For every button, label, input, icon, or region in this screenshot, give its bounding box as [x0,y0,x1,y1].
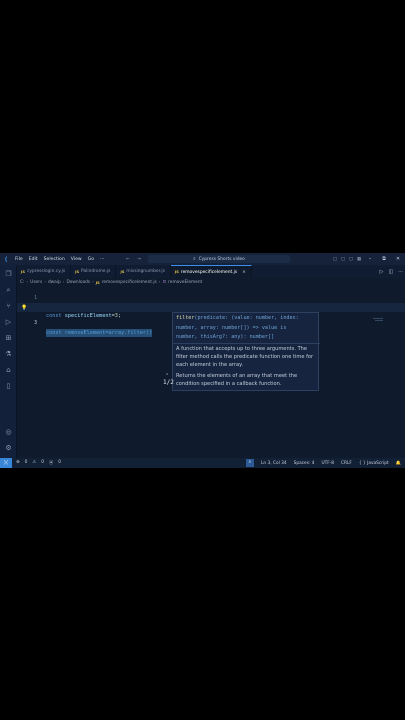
chevron-right-icon: › [26,280,29,285]
js-file-icon: JS [75,269,80,274]
run-debug-icon[interactable]: ▷ [4,318,13,327]
layout-custom-icon[interactable]: ▦ [355,257,363,262]
account-icon[interactable]: ◎ [4,428,13,437]
editor-actions: ▷ ◫ ··· [380,265,403,278]
overload-counter[interactable]: 1/2 [163,379,174,386]
breadcrumb: C: › Users › dwaip › Downloads › JS remo… [20,279,202,286]
vscode-logo-icon: ⟨ [4,255,8,263]
warning-icon: ⚠ [32,460,37,465]
extensions-icon[interactable]: ⊞ [4,334,13,343]
code-content-selected: const removeElement=array.filter() [46,328,153,337]
parameter-doc: A function that accepts up to three argu… [176,346,314,369]
window-controls: ▢ ▢ ▢ ▦ – ⧉ ✕ [331,253,405,265]
breadcrumb-item[interactable]: dwaip [48,280,61,285]
tab-cypresslogin[interactable]: JS cypresslogin.cy.js [17,265,72,278]
breadcrumb-item[interactable]: Downloads [66,280,90,285]
notifications-bell-icon[interactable]: 🔔 [396,461,401,466]
menu-selection[interactable]: Selection [44,257,65,262]
testing-icon[interactable]: ⚗ [4,350,13,359]
nav-arrows-icon[interactable]: ← → [126,257,144,262]
source-control-icon[interactable]: ⑂ [4,302,13,311]
tooltip-divider [173,343,320,344]
chevron-right-icon: › [62,280,65,285]
search-icon: ⌕ [193,257,196,262]
tab-label: missingnumber.js [126,269,165,274]
chevron-right-icon: › [158,280,161,285]
tab-missingnumber[interactable]: JS missingnumber.js [116,265,171,278]
function-signature: filter(predicate: (value: number, index:… [176,315,299,340]
tab-label: removespecificelement.js [180,269,238,275]
command-center-label: Cypress Shorts video [198,256,245,262]
run-icon[interactable]: ▷ [380,269,384,275]
line-ending[interactable]: CRLF [341,461,352,466]
layout-secondary-icon[interactable]: ▢ [347,257,355,262]
status-right: ⌕ Ln 3, Col 34 Spaces: 4 UTF-8 CRLF { } … [245,458,401,468]
more-actions-icon[interactable]: ··· [398,269,403,275]
js-file-icon: JS [21,269,25,274]
editor-tabs: JS cypresslogin.cy.js JS Palindrome.js J… [17,265,405,278]
symbol-variable-icon: ⊡ [162,280,167,285]
ports-count: 0 [58,460,61,465]
js-file-icon: JS [120,269,125,274]
breadcrumb-item[interactable]: removeElement [168,280,202,285]
search-icon[interactable]: ⌕ [4,286,13,295]
line-number: 3 [34,321,37,326]
code-line-current[interactable]: 💡 3 const removeElement=array.filter() [17,303,405,337]
status-bar: ⟩⟨ ⊗ 0 ⚠ 0 ⦿ 0 ⌕ Ln 3, Col 34 Spaces: 4 UTF… [0,458,405,468]
js-file-icon: JS [174,270,179,274]
activity-bar: ❐ ⌕ ⑂ ▷ ⊞ ⚗ ⌂ ▯ ◎ ⚙ [0,265,17,458]
encoding[interactable]: UTF-8 [322,461,335,466]
cursor-position[interactable]: Ln 3, Col 34 [261,461,287,466]
tab-removespecificelement[interactable]: JS removespecificelement.js × [170,265,252,278]
hover-tooltip: filter(predicate: (value: number, index:… [172,312,320,391]
minimap[interactable] [373,318,383,319]
breadcrumb-item[interactable]: removespecificelement.js [102,280,157,285]
close-tab-icon[interactable]: × [242,270,246,275]
close-icon[interactable]: ✕ [391,256,405,262]
tab-label: cypresslogin.cy.js [26,269,66,274]
zoom-icon[interactable]: ⌕ [245,459,254,467]
layout-panel-icon[interactable]: ▢ [339,257,347,262]
layout-sidebar-icon[interactable]: ▢ [331,257,339,262]
language-mode[interactable]: { } JavaScript [359,461,389,466]
command-center[interactable]: ← → ⌕ Cypress Shorts video [126,255,290,263]
chevron-right-icon: › [44,280,46,285]
menu-go[interactable]: Go [88,257,94,262]
function-doc: Returns the elements of an array that me… [176,373,298,388]
title-bar: ⟨ File Edit Selection View Go ··· ← → ⌕ … [0,253,405,265]
lightbulb-icon[interactable]: 💡 [21,304,27,313]
menu-more[interactable]: ··· [100,257,104,262]
maximize-icon[interactable]: ⧉ [377,256,391,262]
explorer-icon[interactable]: ❐ [4,270,13,279]
status-problems[interactable]: ⊗ 0 ⚠ 0 ⦿ 0 [16,460,61,466]
notebook-icon[interactable]: ▯ [4,382,13,391]
remote-explorer-icon[interactable]: ⌂ [4,366,13,375]
tab-label: Palindrome.js [81,269,111,274]
menu-edit[interactable]: Edit [29,257,38,262]
chevron-right-icon: › [92,280,94,285]
minimize-icon[interactable]: – [363,256,377,262]
error-icon: ⊗ [16,460,20,465]
remote-indicator-icon[interactable]: ⟩⟨ [0,458,12,468]
menu-view[interactable]: View [71,257,82,262]
breadcrumb-item[interactable]: Users [30,280,42,285]
code-line[interactable]: 2 const specificElement=3; [17,295,405,319]
settings-gear-icon[interactable]: ⚙ [4,444,13,453]
error-count: 0 [24,460,28,465]
tab-palindrome[interactable]: JS Palindrome.js [71,265,117,278]
breadcrumb-item[interactable]: C: [20,280,24,285]
minimap-line [375,320,383,321]
ports-icon: ⦿ [48,461,54,466]
code-line[interactable]: 1 const array = [1, 2, 3, 4, 5]; [17,286,405,311]
warning-count: 0 [41,460,44,465]
code-content: const specificElement=3; [46,312,121,319]
menu-file[interactable]: File [15,257,23,262]
menu-bar: File Edit Selection View Go ··· [15,257,104,262]
split-editor-icon[interactable]: ◫ [388,269,393,275]
indentation[interactable]: Spaces: 4 [294,461,315,466]
js-file-icon: JS [95,280,100,285]
